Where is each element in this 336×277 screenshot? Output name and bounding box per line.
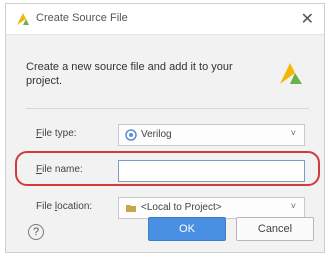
- file-type-select[interactable]: Verilog ˅: [118, 124, 305, 146]
- file-name-row: File name:: [26, 160, 309, 182]
- file-type-value: Verilog: [141, 129, 172, 140]
- create-source-file-dialog: Create Source File ✕ Create a new source…: [5, 3, 325, 253]
- vivado-logo-icon: [17, 13, 29, 25]
- file-name-input[interactable]: [118, 160, 305, 182]
- file-type-row: File type: Verilog ˅: [26, 124, 309, 146]
- file-location-select[interactable]: <Local to Project> ˅: [118, 197, 305, 219]
- file-location-row: File location: <Local to Project> ˅: [26, 197, 309, 219]
- chevron-down-icon: ˅: [290, 201, 296, 211]
- file-location-value: <Local to Project>: [141, 202, 222, 213]
- vivado-brand-icon: [280, 63, 302, 84]
- title-bar: Create Source File ✕: [6, 4, 324, 35]
- file-name-label: File name:: [36, 164, 83, 175]
- dialog-description: Create a new source file and add it to y…: [26, 61, 233, 87]
- close-icon[interactable]: ✕: [301, 9, 314, 29]
- file-type-label: File type:: [36, 128, 77, 139]
- ok-button[interactable]: OK: [148, 217, 226, 241]
- help-button[interactable]: ?: [28, 224, 44, 240]
- divider: [26, 108, 309, 109]
- chevron-down-icon: ˅: [290, 128, 296, 138]
- window-title: Create Source File: [36, 12, 128, 24]
- cancel-button[interactable]: Cancel: [236, 217, 314, 241]
- verilog-file-icon: [125, 129, 137, 141]
- file-location-label: File location:: [36, 201, 93, 212]
- folder-icon: [126, 205, 136, 212]
